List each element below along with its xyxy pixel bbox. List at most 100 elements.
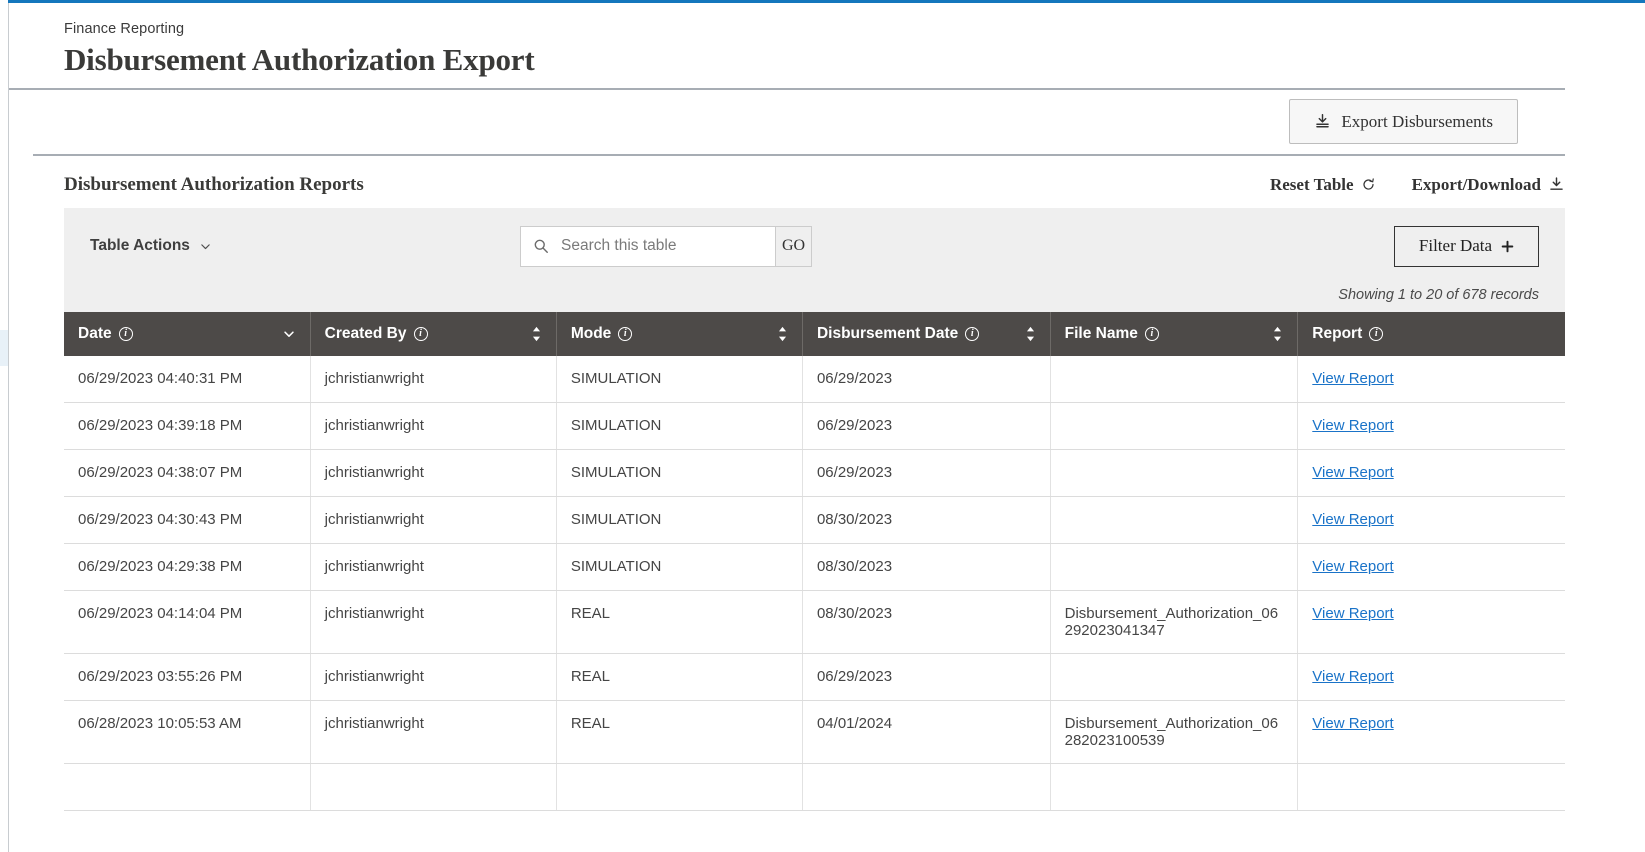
column-header-mode[interactable]: Mode i: [556, 311, 803, 356]
cell-mode: [556, 763, 803, 812]
cell-date: [64, 763, 311, 812]
table-actions-dropdown[interactable]: Table Actions: [90, 237, 520, 255]
table-header-row: Date i Created By i Mode i Disbursement …: [64, 311, 1565, 356]
cell-report: View Report: [1297, 355, 1565, 404]
table-row: [64, 763, 1565, 812]
cell-disbursement-date: 04/01/2024: [802, 700, 1051, 765]
column-header-created-by[interactable]: Created By i: [310, 311, 557, 356]
filter-slot: Filter Data: [1394, 225, 1539, 267]
panel-title: Disbursement Authorization Reports: [64, 173, 364, 195]
info-icon[interactable]: i: [618, 326, 633, 341]
table-row: 06/29/2023 04:38:07 PM jchristianwright SI…: [64, 449, 1565, 498]
sort-arrows-icon[interactable]: [777, 326, 788, 342]
cell-file-name: [1050, 653, 1299, 702]
search-icon: [533, 238, 549, 254]
column-label-report: Report: [1312, 324, 1363, 342]
column-header-file-name[interactable]: File Name i: [1050, 311, 1299, 356]
page-title: Disbursement Authorization Export: [64, 42, 535, 77]
table-row: 06/29/2023 04:14:04 PM jchristianwright RE…: [64, 590, 1565, 655]
export-download-button[interactable]: Export/Download: [1412, 175, 1565, 195]
view-report-link[interactable]: View Report: [1312, 715, 1393, 732]
cell-mode: SIMULATION: [556, 543, 803, 592]
reports-table: Date i Created By i Mode i Disbursement …: [64, 311, 1565, 812]
cell-date: 06/29/2023 04:40:31 PM: [64, 355, 311, 404]
cell-disbursement-date: 06/29/2023: [802, 355, 1051, 404]
page-container: Finance Reporting Disbursement Authoriza…: [9, 3, 1645, 852]
info-icon[interactable]: i: [965, 326, 980, 341]
info-icon[interactable]: i: [413, 326, 428, 341]
cell-file-name: [1050, 449, 1299, 498]
view-report-link[interactable]: View Report: [1312, 417, 1393, 434]
app-root: Finance Reporting Disbursement Authoriza…: [0, 0, 1645, 852]
cell-disbursement-date: 06/29/2023: [802, 449, 1051, 498]
reset-table-button[interactable]: Reset Table: [1270, 175, 1376, 195]
view-report-link[interactable]: View Report: [1312, 605, 1393, 622]
view-report-link[interactable]: View Report: [1312, 558, 1393, 575]
export-download-label: Export/Download: [1411, 174, 1541, 194]
cell-created-by: jchristianwright: [310, 355, 557, 404]
sort-arrows-icon[interactable]: [1025, 326, 1036, 342]
table-head: Date i Created By i Mode i Disbursement …: [64, 311, 1565, 356]
search-go-button[interactable]: GO: [776, 225, 813, 267]
cell-report: View Report: [1297, 700, 1565, 765]
cell-date: 06/29/2023 04:14:04 PM: [64, 590, 311, 655]
left-rail-highlight: [0, 330, 8, 366]
cell-created-by: jchristianwright: [310, 402, 557, 451]
view-report-link[interactable]: View Report: [1312, 668, 1393, 685]
sort-desc-icon[interactable]: [282, 327, 296, 341]
cell-disbursement-date: 08/30/2023: [802, 543, 1051, 592]
cell-mode: REAL: [556, 700, 803, 765]
cell-created-by: jchristianwright: [310, 543, 557, 592]
cell-file-name: [1050, 496, 1299, 545]
search-box[interactable]: [520, 225, 776, 267]
cell-created-by: jchristianwright: [310, 496, 557, 545]
cell-created-by: jchristianwright: [310, 700, 557, 765]
column-header-report[interactable]: Report i: [1297, 311, 1565, 356]
search-input[interactable]: [559, 236, 763, 257]
cell-date: 06/29/2023 04:29:38 PM: [64, 543, 311, 592]
cell-date: 06/29/2023 03:55:26 PM: [64, 653, 311, 702]
table-row: 06/28/2023 10:05:53 AM jchristianwright RE…: [64, 700, 1565, 765]
cell-report: View Report: [1297, 653, 1565, 702]
cell-report: View Report: [1297, 402, 1565, 451]
column-header-date[interactable]: Date i: [64, 311, 311, 356]
filter-data-button[interactable]: Filter Data: [1394, 225, 1539, 267]
view-report-link[interactable]: View Report: [1312, 370, 1393, 387]
view-report-link[interactable]: View Report: [1312, 511, 1393, 528]
table-row: 06/29/2023 04:40:31 PM jchristianwright SI…: [64, 355, 1565, 404]
cell-disbursement-date: [802, 763, 1051, 812]
cell-disbursement-date: 08/30/2023: [802, 590, 1051, 655]
cell-mode: REAL: [556, 653, 803, 702]
panel-tools: Reset Table Export/Download: [1270, 175, 1565, 195]
cell-date: 06/28/2023 10:05:53 AM: [64, 700, 311, 765]
table-toolbar: Table Actions Search this table GO Filte…: [64, 207, 1565, 312]
cell-mode: REAL: [556, 590, 803, 655]
cell-date: 06/29/2023 04:38:07 PM: [64, 449, 311, 498]
view-report-link[interactable]: View Report: [1312, 464, 1393, 481]
info-icon[interactable]: i: [118, 326, 133, 341]
info-icon[interactable]: i: [1369, 326, 1384, 341]
toolbar-row: Table Actions Search this table GO Filte…: [90, 225, 1539, 267]
column-header-disbursement-date[interactable]: Disbursement Date i: [802, 311, 1051, 356]
breadcrumb: Finance Reporting: [64, 21, 185, 37]
cell-created-by: [310, 763, 557, 812]
panel-header: Disbursement Authorization Reports Reset…: [64, 174, 1565, 208]
download-tray-icon: [1314, 113, 1331, 130]
cell-file-name: [1050, 543, 1299, 592]
table-body: 06/29/2023 04:40:31 PM jchristianwright SI…: [64, 355, 1565, 812]
export-disbursements-button[interactable]: Export Disbursements: [1289, 99, 1518, 145]
column-label-date: Date: [78, 324, 112, 342]
column-label-mode: Mode: [570, 324, 612, 342]
table-row: 06/29/2023 04:29:38 PM jchristianwright SI…: [64, 543, 1565, 592]
download-icon: [1548, 176, 1565, 193]
action-bar: Export Disbursements: [33, 90, 1565, 156]
cell-mode: SIMULATION: [556, 355, 803, 404]
table-row: 06/29/2023 04:39:18 PM jchristianwright SI…: [64, 402, 1565, 451]
sort-arrows-icon[interactable]: [531, 326, 542, 342]
reset-table-label: Reset Table: [1269, 174, 1354, 194]
sort-arrows-icon[interactable]: [1272, 326, 1283, 342]
column-label-disbursement-date: Disbursement Date: [816, 324, 959, 342]
table-row: 06/29/2023 04:30:43 PM jchristianwright SI…: [64, 496, 1565, 545]
info-icon[interactable]: i: [1144, 326, 1159, 341]
chevron-down-icon: [199, 240, 212, 253]
